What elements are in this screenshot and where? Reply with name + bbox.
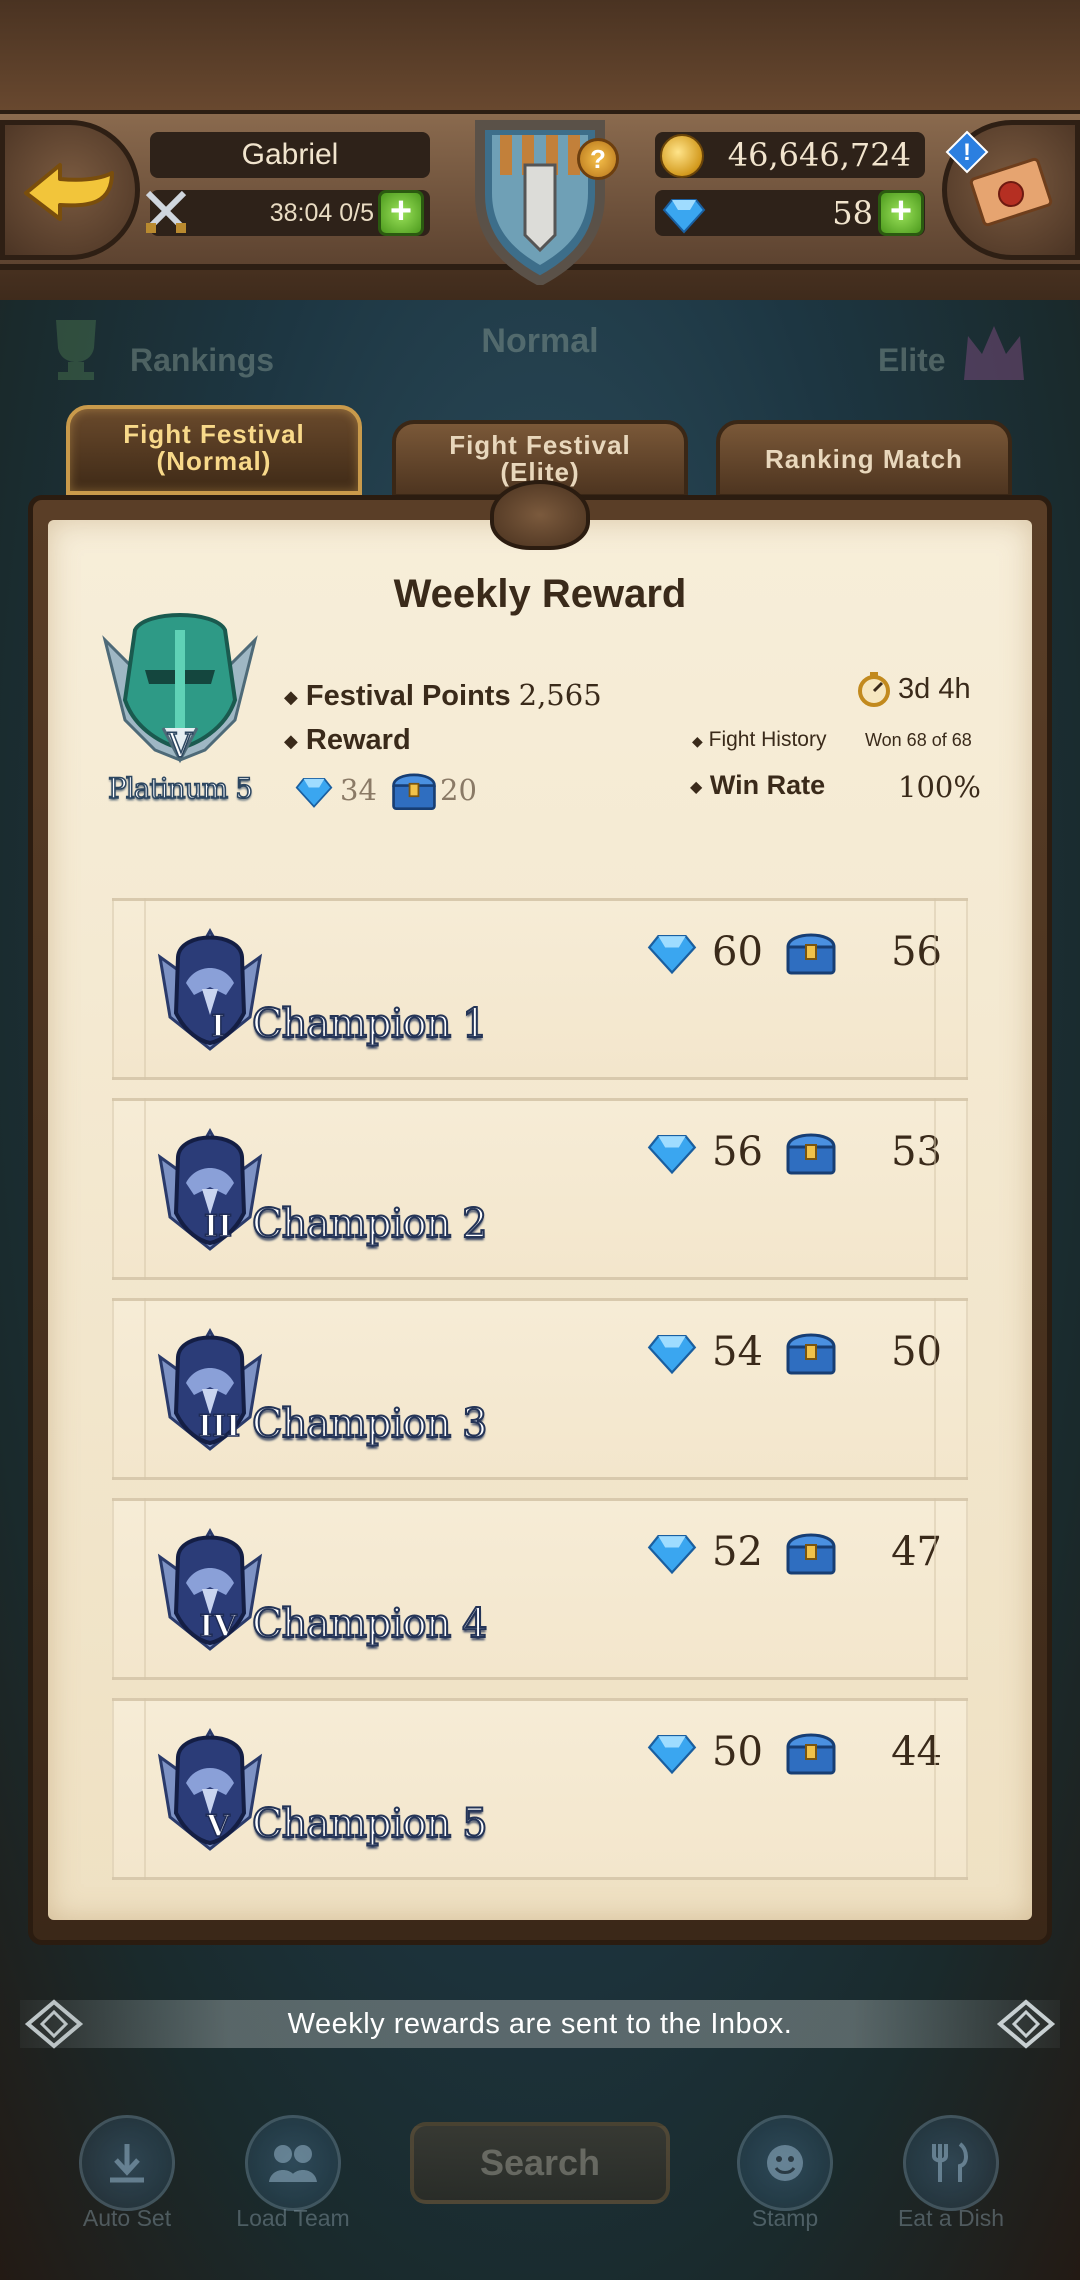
- help-icon[interactable]: ?: [577, 138, 619, 180]
- auto-set-label: Auto Set: [82, 2205, 172, 2231]
- reward-row: ◆ Reward: [284, 724, 411, 756]
- win-rate-label: Win Rate: [709, 770, 826, 800]
- gem-icon: [647, 1534, 697, 1575]
- rank-label: Platinum 5: [107, 771, 254, 806]
- tier-chest-value: 44: [891, 1729, 942, 1775]
- tier-numeral: II: [203, 1208, 233, 1245]
- stamp-label: Stamp: [751, 2205, 819, 2231]
- team-icon: [269, 2145, 317, 2182]
- festival-points-value: 2,565: [518, 678, 602, 712]
- rank-numeral: V: [167, 725, 193, 767]
- load-team-button[interactable]: Load Team: [228, 2115, 358, 2231]
- tier-gem-value: 60: [712, 929, 763, 975]
- alert-badge-icon: !: [945, 130, 989, 174]
- reward-gems-value: 34: [340, 773, 377, 807]
- gem-icon: [647, 1134, 697, 1175]
- tier-chest-value: 53: [891, 1129, 942, 1175]
- elite-crown-icon: [964, 326, 1024, 380]
- treasure-chest-icon: [786, 933, 836, 975]
- eat-dish-button[interactable]: Eat a Dish: [886, 2115, 1016, 2231]
- gem-icon: [647, 1334, 697, 1375]
- back-button[interactable]: [0, 120, 140, 260]
- crossed-swords-icon: [145, 190, 187, 233]
- tier-gem-value: 56: [712, 1129, 763, 1175]
- timer-icon: [858, 672, 890, 707]
- treasure-chest-icon: [786, 1733, 836, 1775]
- alert-badge-glyph: !: [963, 139, 971, 166]
- tier-name: Champion 3: [251, 1400, 489, 1448]
- add-stamina-button[interactable]: +: [378, 190, 424, 236]
- inbox-notice: Weekly rewards are sent to the Inbox.: [20, 2000, 1060, 2048]
- gold-coin-icon: [660, 134, 704, 178]
- reward-tier-row: III Champion 3 54 50: [112, 1298, 968, 1480]
- tier-name: Champion 4: [251, 1600, 489, 1648]
- gem-icon: [647, 1734, 697, 1775]
- fight-history-row: ◆ Fight History: [692, 728, 827, 751]
- tab-ranking-match[interactable]: Ranking Match: [716, 420, 1012, 498]
- reward-tier-row: IV Champion 4 52 47: [112, 1498, 968, 1680]
- win-rate-value: 100%: [898, 770, 981, 804]
- panel-ornament: [490, 480, 590, 550]
- player-name: Gabriel: [150, 132, 430, 178]
- gem-icon: [647, 934, 697, 975]
- tab-label-line1: Ranking Match: [765, 444, 963, 474]
- tier-numeral: V: [206, 1808, 231, 1845]
- fork-knife-icon: [932, 2142, 968, 2182]
- reward-label: Reward: [305, 724, 411, 756]
- tier-name: Champion 2: [251, 1200, 489, 1248]
- eat-dish-label: Eat a Dish: [897, 2205, 1005, 2231]
- tier-numeral: I: [210, 1008, 226, 1045]
- tier-numeral: IV: [199, 1608, 238, 1645]
- gem-icon: [295, 778, 333, 808]
- auto-set-button[interactable]: Auto Set: [62, 2115, 192, 2231]
- tier-name: Champion 1: [251, 1000, 489, 1048]
- search-button[interactable]: Search: [410, 2122, 670, 2204]
- tier-gem-value: 50: [712, 1729, 763, 1775]
- reward-chests-value: 20: [440, 773, 477, 807]
- win-rate-row: ◆ Win Rate: [690, 770, 826, 800]
- elite-tab[interactable]: Elite: [878, 342, 946, 379]
- tab-label-line2: (Normal): [156, 446, 272, 476]
- stamp-button[interactable]: Stamp: [720, 2115, 850, 2231]
- fight-history-label: Fight History: [708, 728, 827, 751]
- tab-fight-festival-normal[interactable]: Fight Festival (Normal): [66, 405, 362, 495]
- add-gems-button[interactable]: +: [878, 190, 924, 236]
- festival-points-label: Festival Points: [305, 680, 511, 712]
- reward-tier-row: I Champion 1 60 56: [112, 898, 968, 1080]
- download-arrow-icon: [110, 2144, 144, 2183]
- tab-label-line1: Fight Festival: [449, 430, 631, 460]
- gem-icon: [662, 199, 706, 234]
- reward-tier-row: II Champion 2 56 53: [112, 1098, 968, 1280]
- treasure-chest-icon: [786, 1533, 836, 1575]
- time-left: 3d 4h: [898, 673, 971, 705]
- tier-chest-value: 56: [891, 929, 942, 975]
- tier-name: Champion 5: [251, 1800, 489, 1848]
- mode-selector: Rankings Normal Elite: [0, 300, 1080, 400]
- shield-crest-icon: [475, 120, 605, 285]
- back-arrow-icon: [24, 163, 114, 221]
- tab-label-line1: Fight Festival: [123, 419, 305, 449]
- guild-crest[interactable]: [455, 100, 625, 290]
- treasure-chest-icon: [786, 1333, 836, 1375]
- load-team-label: Load Team: [236, 2205, 350, 2231]
- tier-chest-value: 47: [891, 1529, 942, 1575]
- reward-tier-row: V Champion 5 50 44: [112, 1698, 968, 1880]
- smiley-stamp-icon: [767, 2145, 803, 2181]
- tier-gem-value: 54: [712, 1329, 763, 1375]
- ornament-knot-icon: [996, 1999, 1056, 2049]
- festival-points-row: ◆ Festival Points 2,565: [284, 678, 602, 712]
- fight-history-value: Won 68 of 68: [865, 730, 972, 750]
- tier-gem-value: 52: [712, 1529, 763, 1575]
- tier-numeral: III: [197, 1408, 241, 1445]
- treasure-chest-icon: [392, 773, 436, 810]
- tier-chest-value: 50: [891, 1329, 942, 1375]
- treasure-chest-icon: [786, 1133, 836, 1175]
